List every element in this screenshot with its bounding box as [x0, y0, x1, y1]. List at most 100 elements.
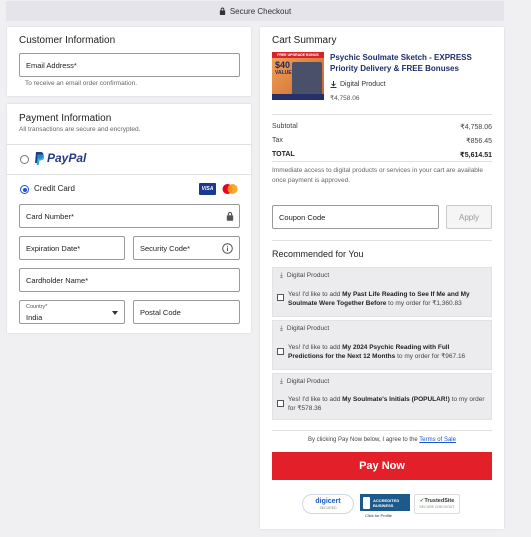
thumbnail-value: $40 — [275, 60, 291, 70]
credit-card-radio[interactable] — [20, 185, 29, 194]
credit-card-label[interactable]: Credit Card — [34, 184, 75, 193]
product-thumbnail: FREE UPGRADE BONUS $40 VALUE — [272, 52, 324, 100]
recommended-item-price: to my order for ₹967.16 — [395, 352, 466, 360]
security-code-label: Security Code* — [140, 244, 191, 253]
country-value: India — [26, 313, 43, 322]
product-name: Psychic Soulmate Sketch - EXPRESS Priori… — [330, 53, 472, 73]
thumbnail-image — [292, 62, 322, 96]
bbb-badge[interactable]: ACCREDITED BUSINESS Click for Profile — [360, 494, 410, 518]
trustedsite-name: TrustedSite — [424, 498, 455, 504]
total-value: ₹5,614.51 — [459, 152, 492, 159]
recommended-item-checkbox[interactable] — [277, 348, 284, 355]
trustedsite-label: ✔TrustedSite — [420, 498, 455, 505]
pay-now-button[interactable]: Pay Now — [272, 452, 492, 480]
bbb-line2: BUSINESS — [373, 502, 394, 508]
coupon-code-label: Coupon Code — [279, 213, 326, 222]
thumbnail-banner: FREE UPGRADE BONUS — [272, 52, 324, 58]
recommended-item-tag-label: Digital Product — [286, 272, 330, 279]
recommended-item-title: My Soulmate's Initials (POPULAR!) — [342, 396, 450, 403]
paypal-logo[interactable]: PayPal — [34, 151, 86, 165]
recommended-title: Recommended for You — [272, 249, 364, 259]
visa-label: VISA — [201, 186, 214, 192]
recommended-item-text[interactable]: Yes! I'd like to add My 2024 Psychic Rea… — [288, 344, 485, 361]
payment-info-subtitle: All transactions are secure and encrypte… — [19, 126, 141, 133]
customer-info-title: Customer Information — [19, 35, 116, 46]
lock-icon — [219, 7, 225, 15]
email-hint: To receive an email order confirmation. — [25, 80, 137, 87]
recommended-item-tag-label: Digital Product — [286, 325, 330, 332]
recommended-item-checkbox[interactable] — [277, 400, 284, 407]
recommended-item-tag: ⤓ Digital Product — [280, 272, 333, 280]
visa-icon: VISA — [199, 183, 216, 195]
recommended-item-text[interactable]: Yes! I'd like to add My Soulmate's Initi… — [288, 396, 485, 413]
secure-checkout-bar: Secure Checkout — [6, 1, 504, 21]
terms-link[interactable]: Terms of Sale — [419, 437, 456, 443]
bbb-logo: ACCREDITED BUSINESS — [360, 494, 410, 511]
paypal-radio[interactable] — [20, 155, 29, 164]
email-field[interactable]: Email Address* — [19, 53, 240, 77]
trustedsite-sub: SECURE CHECKOUT — [419, 505, 455, 509]
country-select[interactable]: Country* India — [19, 300, 125, 324]
payment-info-card: Payment Information All transactions are… — [7, 104, 251, 333]
recommended-item-text-pre: Yes! I'd like to add — [288, 344, 343, 351]
card-number-label: Card Number* — [26, 212, 74, 221]
info-icon[interactable] — [222, 243, 233, 254]
recommended-item-text[interactable]: Yes! I'd like to add My Past Life Readin… — [288, 291, 485, 308]
recommended-item-text-pre: Yes! I'd like to add — [288, 291, 343, 298]
tax-value: ₹856.45 — [466, 138, 492, 145]
bbb-text: ACCREDITED BUSINESS — [373, 498, 399, 508]
mastercard-icon — [222, 184, 238, 194]
digicert-badge[interactable]: digicert SECURED — [302, 494, 354, 514]
payment-info-title: Payment Information — [19, 113, 112, 124]
bbb-click-label: Click for Profile — [365, 513, 392, 518]
paypal-label: PayPal — [47, 151, 87, 165]
download-icon: ⤓ — [280, 378, 283, 385]
recommended-item-tag: ⤓ Digital Product — [280, 378, 333, 386]
trustedsite-badge[interactable]: ✔TrustedSite SECURE CHECKOUT — [414, 494, 460, 514]
customer-info-card: Customer Information Email Address* To r… — [7, 27, 251, 96]
chevron-down-icon — [112, 311, 118, 315]
divider — [272, 161, 492, 162]
apply-button[interactable]: Apply — [446, 205, 492, 229]
postal-code-field[interactable]: Postal Code — [133, 300, 240, 324]
thumbnail-value-label: VALUE — [275, 70, 292, 76]
country-label: Country* — [26, 304, 48, 310]
coupon-code-field[interactable]: Coupon Code — [272, 205, 439, 229]
recommended-item: ⤓ Digital Product Yes! I'd like to add My… — [272, 320, 492, 370]
subtotal-label: Subtotal — [272, 123, 298, 130]
digicert-label: digicert — [315, 497, 341, 505]
cardholder-name-label: Cardholder Name* — [26, 276, 89, 285]
download-icon: ⤓ — [280, 325, 283, 332]
tax-label: Tax — [272, 137, 283, 144]
product-price: ₹4,758.06 — [330, 95, 360, 102]
bbb-torch-icon — [363, 496, 370, 509]
cardholder-name-field[interactable]: Cardholder Name* — [19, 268, 240, 292]
apply-label: Apply — [458, 212, 479, 222]
recommended-item-tag: ⤓ Digital Product — [280, 325, 333, 333]
download-icon: ⤓ — [280, 272, 283, 279]
thumbnail-strip — [272, 94, 324, 100]
subtotal-value: ₹4,758.06 — [460, 124, 492, 131]
card-number-field[interactable]: Card Number* — [19, 204, 240, 228]
digicert-sub: SECURED — [319, 505, 337, 510]
divider — [272, 114, 492, 115]
paypal-icon — [35, 151, 44, 165]
recommended-item-price: to my order for ₹1,360.83 — [386, 299, 462, 307]
total-label: TOTAL — [272, 151, 295, 158]
access-note: Immediate access to digital products or … — [272, 167, 483, 184]
divider — [272, 430, 492, 431]
expiration-date-field[interactable]: Expiration Date* — [19, 236, 125, 260]
divider — [7, 174, 251, 175]
terms-text: By clicking Pay Now below, I agree to th… — [272, 437, 492, 443]
recommended-item-tag-label: Digital Product — [286, 378, 330, 385]
postal-code-label: Postal Code — [140, 308, 181, 317]
expiration-date-label: Expiration Date* — [26, 244, 81, 253]
cart-summary-title: Cart Summary — [272, 35, 337, 46]
recommended-item: ⤓ Digital Product Yes! I'd like to add My… — [272, 267, 492, 317]
divider — [272, 240, 492, 241]
recommended-item-checkbox[interactable] — [277, 294, 284, 301]
email-field-label: Email Address* — [26, 61, 77, 70]
divider — [7, 144, 251, 145]
secure-checkout-label: Secure Checkout — [229, 6, 292, 16]
security-code-field[interactable]: Security Code* — [133, 236, 240, 260]
